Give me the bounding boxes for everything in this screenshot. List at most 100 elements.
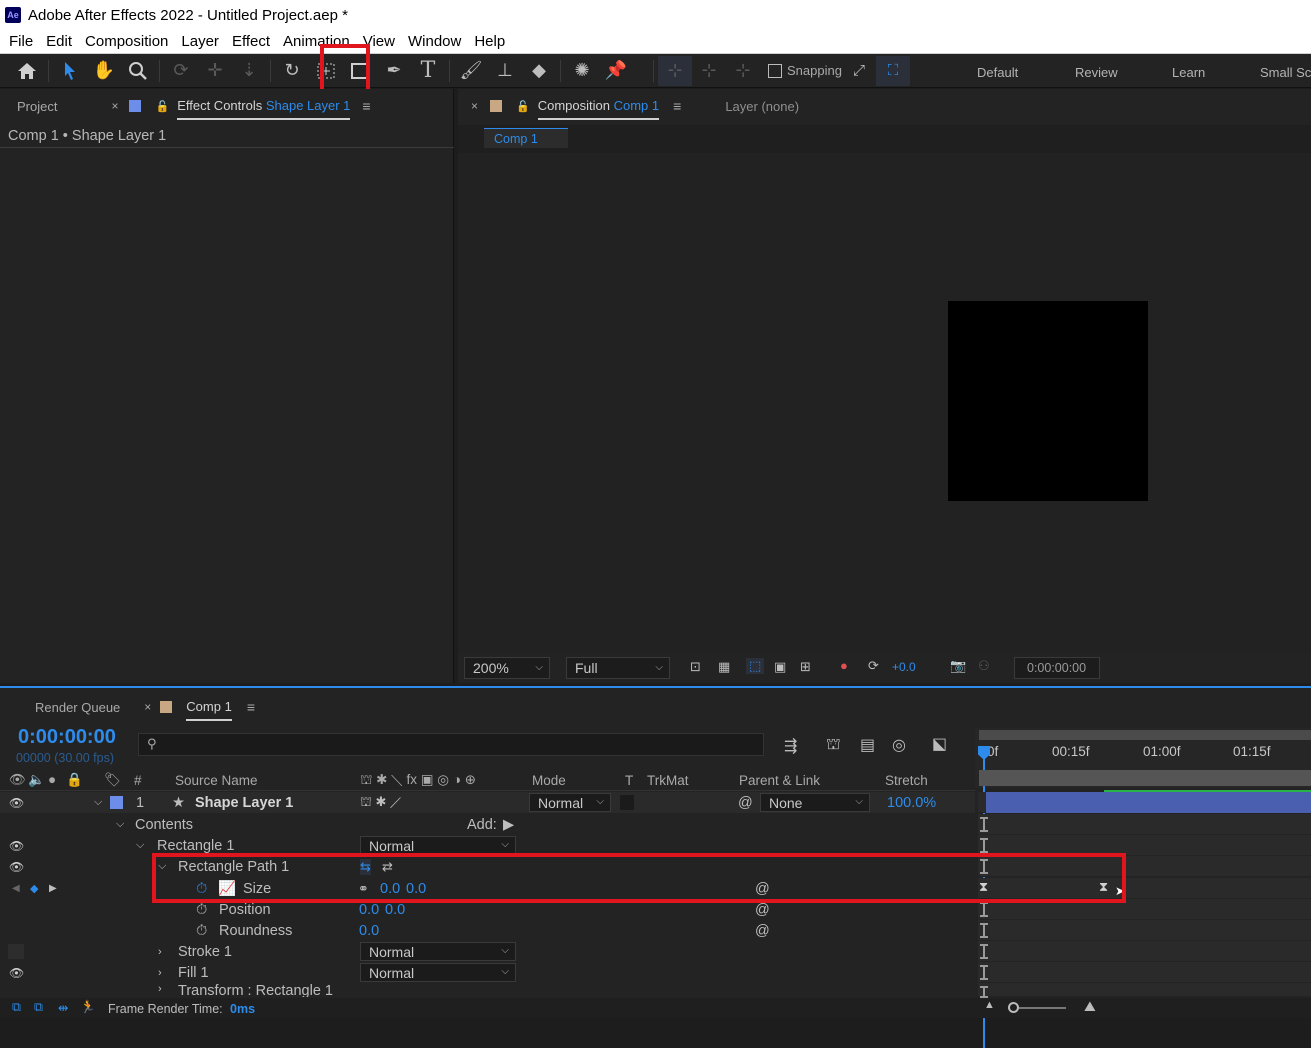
layer-row[interactable]: 👁 ⌵ 1 ★ Shape Layer 1 ⛫ ✱ ⟋ Normal ⌵ @ No… [0, 792, 975, 813]
column-t[interactable]: T [625, 773, 633, 788]
visibility-eye-icon[interactable]: 👁 [9, 839, 24, 853]
add-content-icon[interactable]: ▶ [503, 817, 514, 833]
column-stretch[interactable]: Stretch [885, 773, 928, 788]
column-mode[interactable]: Mode [532, 773, 566, 788]
transparency-grid-icon[interactable]: ▦ [718, 659, 730, 675]
menu-file[interactable]: File [0, 33, 39, 50]
pickwhip-icon[interactable]: @ [738, 795, 753, 811]
keyframe-marker[interactable] [980, 986, 988, 998]
visibility-eye-icon[interactable]: 👁 [9, 860, 24, 874]
keyframe-marker[interactable] [980, 923, 988, 938]
column-trkmat[interactable]: TrkMat [647, 773, 689, 788]
column-parent[interactable]: Parent & Link [739, 773, 820, 788]
pan-camera-icon[interactable]: ✛ [198, 56, 232, 86]
tab-timeline-comp[interactable]: Comp 1 [186, 693, 232, 721]
expand-chevron-icon[interactable]: › [158, 946, 162, 958]
expand-layer-chevron-icon[interactable]: ⌵ [94, 796, 102, 809]
stroke-row[interactable]: › Stroke 1 Normal ⌵ [0, 941, 975, 962]
fill-row[interactable]: 👁 › Fill 1 Normal ⌵ [0, 962, 975, 983]
menu-help[interactable]: Help [468, 33, 511, 50]
modes-toggle-icon[interactable]: ⧉ [34, 1000, 43, 1015]
shape-layer-preview[interactable] [948, 301, 1148, 501]
add-keyframe-icon[interactable]: ◆ [30, 882, 38, 895]
keyframe-marker[interactable] [980, 965, 988, 980]
pickwhip-icon[interactable]: @ [755, 923, 770, 939]
layer-duration-track[interactable] [978, 790, 1311, 813]
transform-row[interactable]: › Transform : Rectangle 1 [0, 983, 975, 997]
zoom-dropdown[interactable]: 200% ⌵ [464, 657, 550, 679]
workspace-default[interactable]: Default [977, 65, 1018, 80]
tab-effect-controls[interactable]: Effect Controls Shape Layer 1 [177, 92, 351, 120]
workspace-small-screen[interactable]: Small Sc [1260, 65, 1311, 80]
panel-menu-icon[interactable]: ≡ [673, 98, 681, 114]
expand-chevron-icon[interactable]: › [158, 967, 162, 979]
local-axis-mode-icon[interactable]: ⊹ [658, 55, 692, 86]
pen-tool-icon[interactable]: ✒ [377, 56, 411, 86]
expand-chevron-icon[interactable]: › [158, 983, 162, 995]
panel-menu-icon[interactable]: ≡ [362, 98, 370, 114]
close-icon[interactable]: × [111, 99, 118, 113]
column-source-name[interactable]: Source Name [175, 773, 258, 788]
layer-name[interactable]: Shape Layer 1 [195, 795, 293, 811]
switches-column-icons[interactable]: ⛫ ✱ ⟍ fx ▣ ◎ ◑ ⊕ [360, 772, 476, 790]
lock-column-icon[interactable]: 🔒 [66, 772, 83, 788]
keyframe-marker[interactable] [980, 902, 988, 917]
eraser-tool-icon[interactable]: ◆ [522, 56, 556, 86]
close-icon[interactable]: × [471, 99, 478, 113]
expand-chevron-icon[interactable]: ⌵ [116, 818, 124, 831]
timeline-zoom-slider[interactable] [1008, 1002, 1066, 1013]
world-axis-mode-icon[interactable]: ⊹ [692, 56, 726, 86]
resolution-dropdown[interactable]: Full ⌵ [566, 657, 670, 679]
grid-guides-icon[interactable]: ⊞ [800, 659, 811, 675]
layer-switches-toggle-icon[interactable]: ⧉ [12, 1000, 21, 1015]
tab-project[interactable]: Project [17, 99, 57, 114]
mask-visibility-icon[interactable]: ⬚ [746, 658, 765, 674]
parent-dropdown[interactable]: None ⌵ [760, 793, 870, 812]
layer-switches[interactable]: ⛫ ✱ ⟋ [360, 794, 401, 812]
workspace-learn[interactable]: Learn [1172, 65, 1205, 80]
rotation-tool-icon[interactable]: ↻ [275, 56, 309, 86]
next-keyframe-icon[interactable]: ▶ [49, 883, 57, 894]
orbit-camera-icon[interactable]: ⟳ [164, 56, 198, 86]
exposure-value[interactable]: +0.0 [892, 660, 916, 674]
graph-editor-icon[interactable]: ⬕ [932, 734, 947, 754]
menu-window[interactable]: Window [402, 33, 467, 50]
composition-flowchart-icon[interactable]: ⇶ [784, 736, 797, 756]
time-ruler[interactable]: 0f 00:15f 01:00f 01:15f [975, 728, 1311, 1048]
prev-keyframe-icon[interactable]: ◀ [12, 883, 20, 894]
tab-render-queue[interactable]: Render Queue [35, 700, 120, 715]
panel-menu-icon[interactable]: ≡ [247, 699, 255, 715]
eye-column-icon[interactable]: 👁 [9, 772, 26, 788]
snapping-checkbox[interactable] [768, 63, 782, 78]
audio-column-icon[interactable]: 🔈 [28, 772, 45, 788]
frame-blending-icon[interactable]: ◎ [892, 735, 906, 755]
stopwatch-icon[interactable]: ⏱ [196, 923, 207, 939]
show-snapshot-icon[interactable]: ⚇ [978, 658, 990, 674]
keyframe-marker[interactable] [980, 817, 988, 832]
menu-effect[interactable]: Effect [226, 33, 276, 50]
zoom-slider-thumb[interactable] [1008, 1002, 1019, 1013]
column-hash[interactable]: # [134, 773, 142, 788]
lock-icon[interactable]: 🔓 [155, 100, 169, 113]
menu-edit[interactable]: Edit [40, 33, 78, 50]
render-time-toggle-icon[interactable]: 🏃 [80, 1000, 96, 1015]
menu-composition[interactable]: Composition [79, 33, 174, 50]
contents-row[interactable]: ⌵ Contents Add: ▶ [0, 814, 975, 835]
hand-tool-icon[interactable]: ✋ [87, 56, 121, 86]
pickwhip-icon[interactable]: @ [755, 902, 770, 918]
menu-layer[interactable]: Layer [175, 33, 225, 50]
fast-previews-icon[interactable]: ⊡ [690, 659, 701, 675]
roundness-value[interactable]: 0.0 [359, 923, 379, 939]
comp-viewer[interactable] [458, 153, 1311, 653]
lock-icon[interactable]: 🔓 [516, 100, 530, 113]
current-time[interactable]: 0:00:00:00 [18, 726, 116, 749]
visibility-eye-icon[interactable]: 👁 [9, 966, 24, 980]
close-icon[interactable]: × [144, 700, 151, 714]
layer-search-input[interactable]: ⚲ [138, 733, 764, 756]
shy-layers-icon[interactable]: ▤ [860, 735, 875, 755]
stopwatch-icon[interactable]: ⏱ [196, 902, 207, 918]
work-area-bar[interactable] [979, 730, 1311, 740]
clone-stamp-tool-icon[interactable]: ⊥ [488, 56, 522, 86]
dolly-camera-icon[interactable]: ⇣ [232, 56, 266, 86]
brush-tool-icon[interactable]: 🖌 [454, 56, 488, 86]
